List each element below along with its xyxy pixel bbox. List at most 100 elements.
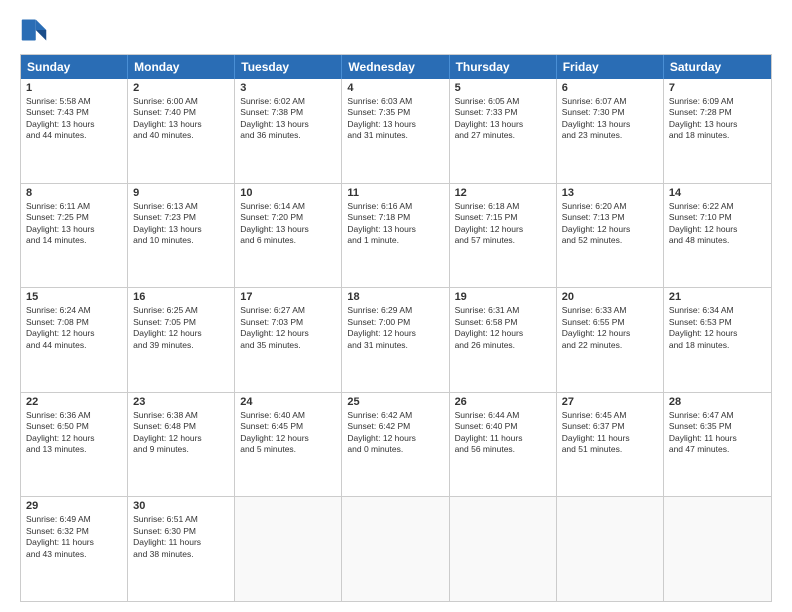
cell-1-2: 10Sunrise: 6:14 AM Sunset: 7:20 PM Dayli… [235, 184, 342, 288]
cell-0-6: 7Sunrise: 6:09 AM Sunset: 7:28 PM Daylig… [664, 79, 771, 183]
page: Sunday Monday Tuesday Wednesday Thursday… [0, 0, 792, 612]
header-tuesday: Tuesday [235, 55, 342, 79]
day-number: 26 [455, 396, 551, 408]
day-info: Sunrise: 5:58 AM Sunset: 7:43 PM Dayligh… [26, 96, 122, 142]
day-info: Sunrise: 6:24 AM Sunset: 7:08 PM Dayligh… [26, 305, 122, 351]
week-row-3: 22 Sunrise: 6:36 AM Sunset: 6:50 PM Dayli… [21, 393, 771, 498]
day-info: Sunrise: 6:38 AM Sunset: 6:48 PM Dayligh… [133, 410, 229, 456]
cell-1-3: 11 Sunrise: 6:16 AM Sunset: 7:18 PM Dayli… [342, 184, 449, 288]
day-number: 4 [347, 82, 443, 94]
cell-4-2 [235, 497, 342, 601]
day-info: Sunrise: 6:33 AM Sunset: 6:55 PM Dayligh… [562, 305, 658, 351]
week-row-0: 1Sunrise: 5:58 AM Sunset: 7:43 PM Daylig… [21, 79, 771, 184]
day-number: 16 [133, 291, 229, 303]
header-friday: Friday [557, 55, 664, 79]
cell-0-4: 5Sunrise: 6:05 AM Sunset: 7:33 PM Daylig… [450, 79, 557, 183]
cell-1-4: 12Sunrise: 6:18 AM Sunset: 7:15 PM Dayli… [450, 184, 557, 288]
day-info: Sunrise: 6:27 AM Sunset: 7:03 PM Dayligh… [240, 305, 336, 351]
cell-0-0: 1Sunrise: 5:58 AM Sunset: 7:43 PM Daylig… [21, 79, 128, 183]
day-info: Sunrise: 6:05 AM Sunset: 7:33 PM Dayligh… [455, 96, 551, 142]
cell-3-1: 23 Sunrise: 6:38 AM Sunset: 6:48 PM Dayli… [128, 393, 235, 497]
day-info: Sunrise: 6:51 AM Sunset: 6:30 PM Dayligh… [133, 514, 229, 560]
logo-icon [20, 16, 48, 44]
day-number: 30 [133, 500, 229, 512]
cell-2-5: 20 Sunrise: 6:33 AM Sunset: 6:55 PM Dayli… [557, 288, 664, 392]
cell-2-6: 21 Sunrise: 6:34 AM Sunset: 6:53 PM Dayli… [664, 288, 771, 392]
cell-4-5 [557, 497, 664, 601]
logo [20, 16, 52, 44]
calendar: Sunday Monday Tuesday Wednesday Thursday… [20, 54, 772, 602]
day-info: Sunrise: 6:47 AM Sunset: 6:35 PM Dayligh… [669, 410, 766, 456]
cell-2-3: 18 Sunrise: 6:29 AM Sunset: 7:00 PM Dayli… [342, 288, 449, 392]
week-row-1: 8Sunrise: 6:11 AM Sunset: 7:25 PM Daylig… [21, 184, 771, 289]
cell-4-4 [450, 497, 557, 601]
calendar-body: 1Sunrise: 5:58 AM Sunset: 7:43 PM Daylig… [21, 79, 771, 601]
week-row-4: 29Sunrise: 6:49 AM Sunset: 6:32 PM Dayli… [21, 497, 771, 601]
cell-4-3 [342, 497, 449, 601]
day-info: Sunrise: 6:34 AM Sunset: 6:53 PM Dayligh… [669, 305, 766, 351]
header-monday: Monday [128, 55, 235, 79]
day-info: Sunrise: 6:44 AM Sunset: 6:40 PM Dayligh… [455, 410, 551, 456]
cell-0-1: 2 Sunrise: 6:00 AM Sunset: 7:40 PM Daylig… [128, 79, 235, 183]
day-number: 15 [26, 291, 122, 303]
day-number: 18 [347, 291, 443, 303]
cell-3-5: 27 Sunrise: 6:45 AM Sunset: 6:37 PM Dayli… [557, 393, 664, 497]
cell-1-5: 13 Sunrise: 6:20 AM Sunset: 7:13 PM Dayli… [557, 184, 664, 288]
header-wednesday: Wednesday [342, 55, 449, 79]
day-info: Sunrise: 6:11 AM Sunset: 7:25 PM Dayligh… [26, 201, 122, 247]
day-number: 11 [347, 187, 443, 199]
cell-1-0: 8Sunrise: 6:11 AM Sunset: 7:25 PM Daylig… [21, 184, 128, 288]
cell-4-6 [664, 497, 771, 601]
day-info: Sunrise: 6:42 AM Sunset: 6:42 PM Dayligh… [347, 410, 443, 456]
day-number: 7 [669, 82, 766, 94]
cell-3-4: 26 Sunrise: 6:44 AM Sunset: 6:40 PM Dayli… [450, 393, 557, 497]
cell-1-1: 9 Sunrise: 6:13 AM Sunset: 7:23 PM Daylig… [128, 184, 235, 288]
cell-2-4: 19 Sunrise: 6:31 AM Sunset: 6:58 PM Dayli… [450, 288, 557, 392]
day-number: 2 [133, 82, 229, 94]
header-thursday: Thursday [450, 55, 557, 79]
day-number: 9 [133, 187, 229, 199]
day-number: 29 [26, 500, 122, 512]
cell-3-6: 28 Sunrise: 6:47 AM Sunset: 6:35 PM Dayli… [664, 393, 771, 497]
cell-0-5: 6Sunrise: 6:07 AM Sunset: 7:30 PM Daylig… [557, 79, 664, 183]
day-info: Sunrise: 6:45 AM Sunset: 6:37 PM Dayligh… [562, 410, 658, 456]
day-number: 19 [455, 291, 551, 303]
day-info: Sunrise: 6:22 AM Sunset: 7:10 PM Dayligh… [669, 201, 766, 247]
day-info: Sunrise: 6:13 AM Sunset: 7:23 PM Dayligh… [133, 201, 229, 247]
week-row-2: 15 Sunrise: 6:24 AM Sunset: 7:08 PM Dayli… [21, 288, 771, 393]
day-info: Sunrise: 6:29 AM Sunset: 7:00 PM Dayligh… [347, 305, 443, 351]
day-info: Sunrise: 6:40 AM Sunset: 6:45 PM Dayligh… [240, 410, 336, 456]
day-number: 28 [669, 396, 766, 408]
day-number: 20 [562, 291, 658, 303]
header [20, 16, 772, 44]
cell-3-2: 24 Sunrise: 6:40 AM Sunset: 6:45 PM Dayli… [235, 393, 342, 497]
day-number: 27 [562, 396, 658, 408]
day-info: Sunrise: 6:02 AM Sunset: 7:38 PM Dayligh… [240, 96, 336, 142]
day-number: 14 [669, 187, 766, 199]
day-number: 25 [347, 396, 443, 408]
day-info: Sunrise: 6:00 AM Sunset: 7:40 PM Dayligh… [133, 96, 229, 142]
day-info: Sunrise: 6:14 AM Sunset: 7:20 PM Dayligh… [240, 201, 336, 247]
header-saturday: Saturday [664, 55, 771, 79]
day-info: Sunrise: 6:03 AM Sunset: 7:35 PM Dayligh… [347, 96, 443, 142]
day-info: Sunrise: 6:31 AM Sunset: 6:58 PM Dayligh… [455, 305, 551, 351]
day-info: Sunrise: 6:18 AM Sunset: 7:15 PM Dayligh… [455, 201, 551, 247]
day-number: 21 [669, 291, 766, 303]
cell-2-1: 16 Sunrise: 6:25 AM Sunset: 7:05 PM Dayli… [128, 288, 235, 392]
cell-2-2: 17Sunrise: 6:27 AM Sunset: 7:03 PM Dayli… [235, 288, 342, 392]
day-number: 22 [26, 396, 122, 408]
day-number: 13 [562, 187, 658, 199]
day-info: Sunrise: 6:25 AM Sunset: 7:05 PM Dayligh… [133, 305, 229, 351]
calendar-header: Sunday Monday Tuesday Wednesday Thursday… [21, 55, 771, 79]
day-info: Sunrise: 6:20 AM Sunset: 7:13 PM Dayligh… [562, 201, 658, 247]
cell-4-0: 29Sunrise: 6:49 AM Sunset: 6:32 PM Dayli… [21, 497, 128, 601]
cell-1-6: 14 Sunrise: 6:22 AM Sunset: 7:10 PM Dayli… [664, 184, 771, 288]
day-number: 6 [562, 82, 658, 94]
day-info: Sunrise: 6:36 AM Sunset: 6:50 PM Dayligh… [26, 410, 122, 456]
day-number: 23 [133, 396, 229, 408]
cell-3-0: 22 Sunrise: 6:36 AM Sunset: 6:50 PM Dayli… [21, 393, 128, 497]
day-number: 24 [240, 396, 336, 408]
cell-0-3: 4 Sunrise: 6:03 AM Sunset: 7:35 PM Daylig… [342, 79, 449, 183]
cell-3-3: 25 Sunrise: 6:42 AM Sunset: 6:42 PM Dayli… [342, 393, 449, 497]
day-info: Sunrise: 6:16 AM Sunset: 7:18 PM Dayligh… [347, 201, 443, 247]
